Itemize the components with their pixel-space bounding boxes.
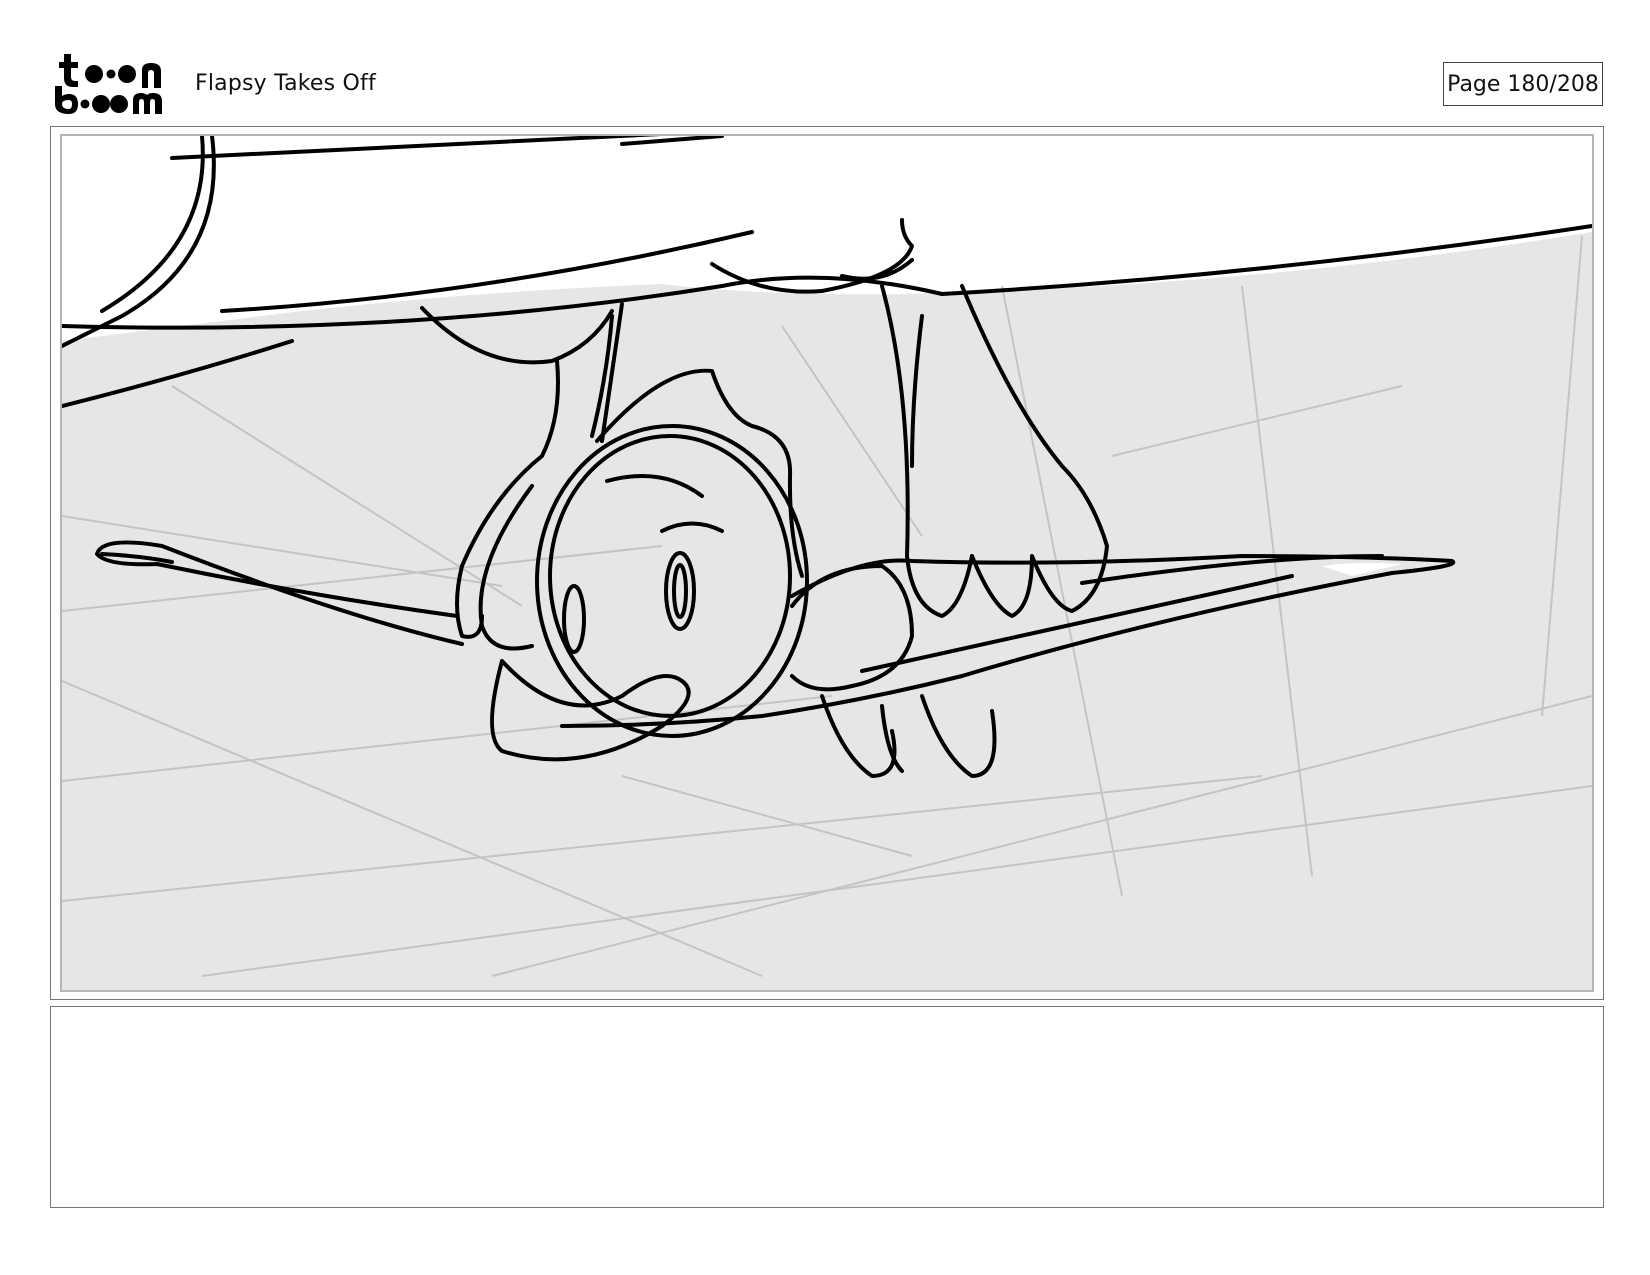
panel-notes-box bbox=[50, 1006, 1604, 1208]
toon-boom-logo bbox=[54, 50, 172, 118]
page-number-label: Page 180/208 bbox=[1443, 62, 1603, 106]
storyboard-panel-image bbox=[60, 134, 1594, 992]
sketch-drawing bbox=[62, 136, 1592, 977]
floor-guide-lines bbox=[62, 235, 1592, 977]
storyboard-panel bbox=[50, 126, 1604, 1000]
project-title: Flapsy Takes Off bbox=[195, 71, 376, 96]
